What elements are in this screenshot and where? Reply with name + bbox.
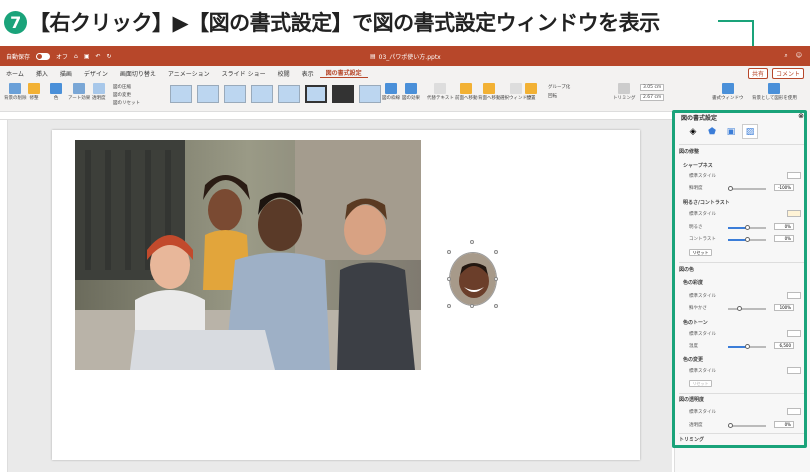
picture-border-button[interactable]: 図の枠線 [382, 83, 400, 101]
set-as-background-button[interactable]: 背景として図形を使用 [752, 83, 797, 101]
group-button[interactable]: グループ化 [548, 84, 570, 90]
resize-handle[interactable] [470, 304, 474, 308]
tab-view[interactable]: 表示 [296, 69, 320, 78]
redo-icon[interactable]: ↻ [107, 53, 112, 60]
share-button[interactable]: 共有 [747, 67, 768, 79]
color-button[interactable]: 色 [50, 83, 62, 101]
autosave-state: オフ [56, 53, 69, 61]
style-thumb[interactable] [170, 85, 192, 103]
comment-button[interactable]: コメント [771, 67, 804, 79]
resize-handle[interactable] [494, 250, 498, 254]
alt-text-button[interactable]: 代替テキスト [427, 83, 454, 101]
reset-picture-button[interactable]: 図のリセット [113, 100, 140, 106]
file-icon: ▤ [370, 52, 376, 60]
corrections-button[interactable]: 修整 [28, 83, 40, 101]
remove-background-button[interactable]: 背景の削除 [4, 83, 27, 101]
tab-picture-format[interactable]: 図の書式設定 [319, 68, 368, 78]
tab-draw[interactable]: 描画 [54, 69, 78, 78]
autosave-toggle[interactable] [36, 52, 51, 60]
tab-insert[interactable]: 挿入 [30, 69, 54, 78]
align-button[interactable]: 配置 [525, 83, 537, 101]
style-thumb[interactable] [251, 85, 273, 103]
instruction-text: 【右クリック】▶【図の書式設定】で図の書式設定ウィンドウを表示 [29, 11, 660, 35]
change-picture-button[interactable]: 図の変更 [113, 92, 140, 98]
tab-transitions[interactable]: 画面切り替え [114, 69, 162, 78]
resize-handle[interactable] [447, 277, 451, 281]
style-thumb[interactable] [224, 85, 246, 103]
tab-design[interactable]: デザイン [78, 69, 114, 78]
artistic-effects-button[interactable]: アート効果 [68, 83, 90, 101]
ribbon-tabs: ホーム 挿入 描画 デザイン 画面切り替え アニメーション スライド ショー 校… [0, 66, 810, 80]
callout-line [718, 20, 754, 22]
resize-handle[interactable] [447, 304, 451, 308]
file-name: 03_パワポ使い方.pptx [378, 53, 441, 61]
vertical-ruler [0, 120, 8, 472]
instruction-caption: 7 【右クリック】▶【図の書式設定】で図の書式設定ウィンドウを表示 [4, 2, 660, 42]
search-icon[interactable]: ⌕ [784, 52, 787, 60]
step-number: 7 [4, 10, 27, 34]
resize-handle[interactable] [494, 277, 498, 281]
selected-oval-picture[interactable] [449, 252, 497, 306]
tab-slideshow[interactable]: スライド ショー [216, 69, 272, 78]
crop-button[interactable]: トリミング [613, 83, 636, 101]
title-bar: 自動保存 オフ ⌂ ▣ ↶ ↻ ▤ 03_パワポ使い方.pptx ⌕ ☺ [0, 46, 810, 66]
picture-styles-gallery[interactable] [170, 85, 381, 103]
save-icon[interactable]: ▣ [84, 53, 90, 60]
horizontal-ruler [0, 112, 672, 120]
tab-animations[interactable]: アニメーション [162, 69, 216, 78]
style-thumb[interactable] [197, 85, 219, 103]
height-field[interactable]: 3.05 cm [640, 84, 665, 91]
ribbon: 背景の削除 修整 色 アート効果 透明度 図の圧縮 図の変更 図のリセット 図の… [0, 80, 810, 112]
resize-handle[interactable] [447, 250, 451, 254]
style-thumb[interactable] [278, 85, 300, 103]
compress-button[interactable]: 図の圧縮 [113, 84, 140, 90]
rotate-button[interactable]: 回転 [548, 93, 570, 99]
style-thumb[interactable] [359, 85, 381, 103]
autosave-label: 自動保存 [6, 53, 31, 61]
style-thumb[interactable] [305, 85, 327, 103]
slide-photo[interactable] [75, 140, 421, 370]
highlight-frame [672, 110, 807, 448]
tab-home[interactable]: ホーム [0, 69, 30, 78]
transparency-button[interactable]: 透明度 [92, 83, 106, 101]
resize-handle[interactable] [494, 304, 498, 308]
rotate-handle[interactable] [470, 240, 474, 244]
picture-effects-button[interactable]: 図の効果 [402, 83, 420, 101]
account-icon[interactable]: ☺ [796, 52, 802, 60]
bring-forward-button[interactable]: 前面へ移動 [455, 83, 478, 101]
home-icon[interactable]: ⌂ [74, 53, 78, 60]
tab-review[interactable]: 校閲 [272, 69, 296, 78]
format-pane-button[interactable]: 書式ウィンドウ [712, 83, 744, 101]
style-thumb[interactable] [332, 85, 354, 103]
send-backward-button[interactable]: 背面へ移動 [478, 83, 501, 101]
undo-icon[interactable]: ↶ [96, 53, 101, 60]
width-field[interactable]: 2.67 cm [640, 94, 665, 101]
